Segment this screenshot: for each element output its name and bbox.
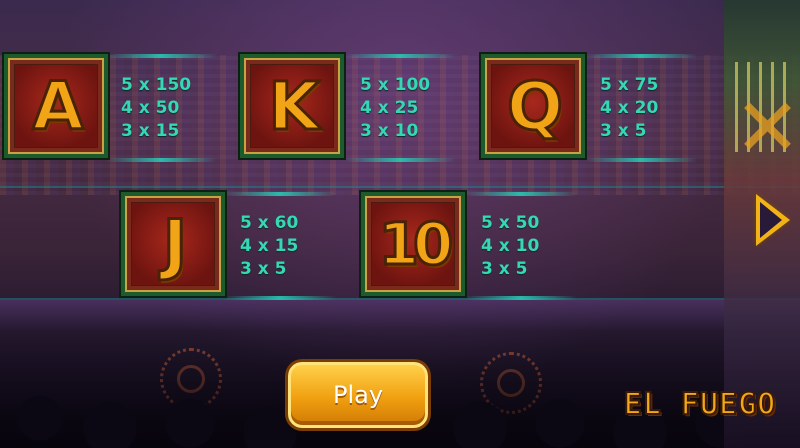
payout-list-k: 5 x 100 4 x 25 3 x 10 (360, 74, 430, 143)
payout-3-of-a-kind: 3 x 5 (600, 121, 647, 141)
divider-line (224, 296, 336, 300)
payout-5-of-a-kind: 5 x 150 (121, 75, 192, 95)
logo-text: EL FUEGO (623, 386, 777, 423)
divider-line (465, 192, 577, 196)
symbol-10: 10 (377, 209, 455, 280)
payout-3-of-a-kind: 3 x 5 (481, 259, 528, 279)
symbol-tile-j: J (121, 192, 225, 296)
right-arrow-icon[interactable] (756, 194, 790, 246)
payout-5-of-a-kind: 5 x 50 (481, 213, 540, 233)
payout-3-of-a-kind: 3 x 15 (121, 121, 180, 141)
payout-4-of-a-kind: 4 x 15 (240, 236, 299, 256)
payout-4-of-a-kind: 4 x 20 (600, 98, 659, 118)
symbol-k: K (267, 66, 321, 146)
payout-list-q: 5 x 75 4 x 20 3 x 5 (600, 74, 658, 143)
divider-line (344, 158, 456, 162)
payout-5-of-a-kind: 5 x 100 (360, 75, 431, 95)
payout-list-10: 5 x 50 4 x 10 3 x 5 (481, 212, 539, 281)
payout-3-of-a-kind: 3 x 10 (360, 121, 419, 141)
symbol-q: Q (505, 66, 564, 146)
play-button-label: Play (332, 381, 384, 409)
symbol-tile-a: A (4, 54, 108, 158)
symbol-tile-q: Q (481, 54, 585, 158)
symbol-tile-k: K (240, 54, 344, 158)
payout-list-j: 5 x 60 4 x 15 3 x 5 (240, 212, 298, 281)
symbol-a: A (31, 66, 85, 146)
ring-rope (0, 186, 800, 188)
symbol-tile-10: 10 (361, 192, 465, 296)
payout-4-of-a-kind: 4 x 25 (360, 98, 419, 118)
payout-5-of-a-kind: 5 x 75 (600, 75, 659, 95)
divider-line (585, 158, 697, 162)
x-symbol-preview: ✕ (734, 81, 800, 174)
play-button[interactable]: Play (288, 362, 428, 428)
divider-line (465, 296, 577, 300)
divider-line (585, 54, 697, 58)
divider-line (344, 54, 456, 58)
payout-5-of-a-kind: 5 x 60 (240, 213, 299, 233)
payout-list-a: 5 x 150 4 x 50 3 x 15 (121, 74, 191, 143)
game-logo: EL FUEGO (607, 382, 793, 426)
payout-4-of-a-kind: 4 x 50 (121, 98, 180, 118)
symbol-j: J (161, 204, 189, 284)
payout-3-of-a-kind: 3 x 5 (240, 259, 287, 279)
arena-floor (0, 300, 800, 330)
divider-line (224, 192, 336, 196)
payout-4-of-a-kind: 4 x 10 (481, 236, 540, 256)
divider-line (105, 54, 217, 58)
divider-line (105, 158, 217, 162)
